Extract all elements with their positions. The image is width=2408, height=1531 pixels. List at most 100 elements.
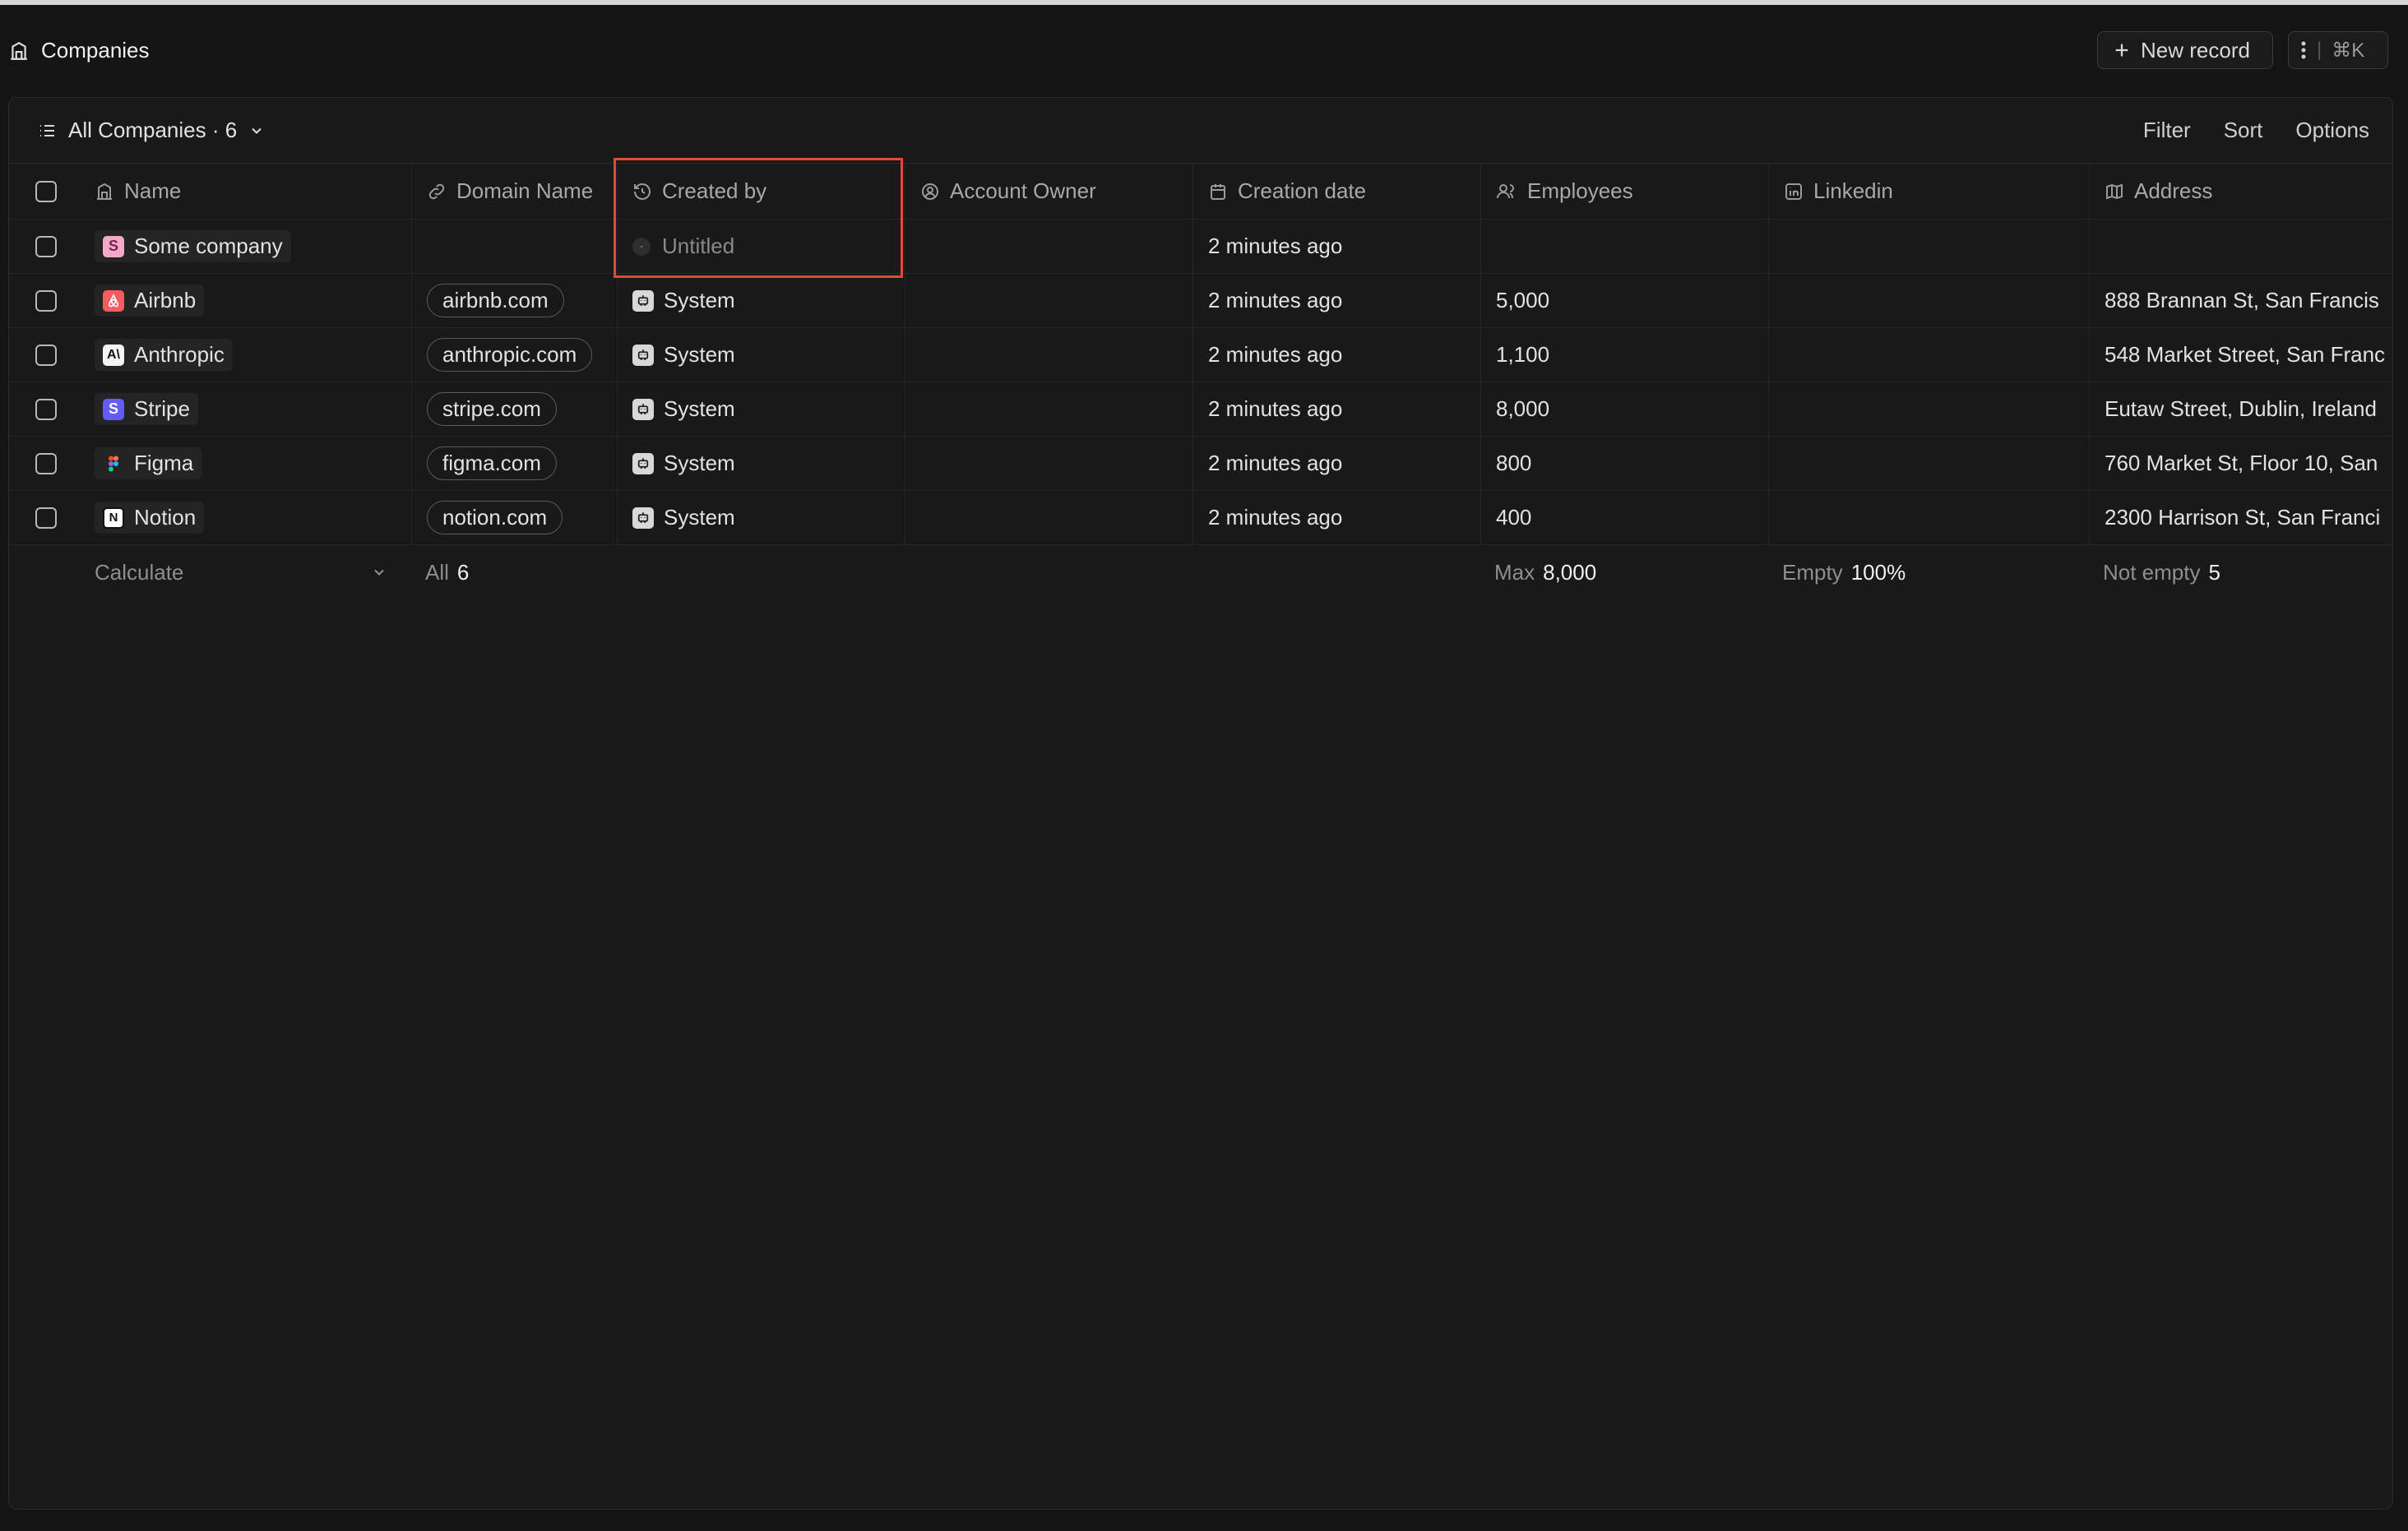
domain-cell[interactable]: anthropic.com — [412, 328, 618, 382]
domain-cell[interactable]: figma.com — [412, 437, 618, 490]
options-button[interactable]: Options — [2295, 118, 2369, 143]
table-row[interactable]: S Some company - Untitled 2 minutes ago — [9, 220, 2392, 274]
name-cell[interactable]: S Some company — [83, 220, 412, 273]
employees-cell[interactable]: 800 — [1481, 437, 1769, 490]
column-header-domain-name[interactable]: Domain Name — [412, 164, 618, 219]
created-by-cell[interactable]: System — [618, 274, 905, 327]
chevron-down-icon — [248, 123, 265, 139]
table-row[interactable]: Figma figma.com System 2 minutes ago 800… — [9, 437, 2392, 491]
creation-date-cell[interactable]: 2 minutes ago — [1193, 274, 1481, 327]
name-cell[interactable]: Airbnb — [83, 274, 412, 327]
linkedin-cell[interactable] — [1769, 491, 2090, 544]
created-by-cell[interactable]: - Untitled — [618, 220, 905, 273]
row-checkbox[interactable] — [35, 506, 57, 529]
account-owner-cell[interactable] — [905, 274, 1193, 327]
robot-icon — [632, 344, 654, 366]
view-selector[interactable]: All Companies · 6 — [37, 118, 265, 143]
account-owner-cell[interactable] — [905, 491, 1193, 544]
name-cell[interactable]: N Notion — [83, 491, 412, 544]
sort-button[interactable]: Sort — [2224, 118, 2263, 143]
domain-link[interactable]: airbnb.com — [427, 284, 564, 317]
domain-link[interactable]: notion.com — [427, 501, 563, 534]
created-by-cell[interactable]: System — [618, 382, 905, 436]
name-cell[interactable]: S Stripe — [83, 382, 412, 436]
history-icon — [632, 182, 652, 201]
linkedin-cell[interactable] — [1769, 328, 2090, 382]
domain-link[interactable]: stripe.com — [427, 392, 557, 426]
account-owner-cell[interactable] — [905, 382, 1193, 436]
account-owner-cell[interactable] — [905, 437, 1193, 490]
address-value: 2300 Harrison St, San Franci — [2105, 505, 2381, 530]
linkedin-aggregate[interactable]: Empty 100% — [1782, 545, 1906, 599]
new-record-button[interactable]: New record — [2097, 31, 2273, 69]
employees-cell[interactable]: 5,000 — [1481, 274, 1769, 327]
column-header-creation-date[interactable]: Creation date — [1193, 164, 1481, 219]
address-cell[interactable]: 2300 Harrison St, San Franci — [2090, 491, 2392, 544]
creation-date-value: 2 minutes ago — [1208, 396, 1343, 421]
employees-cell[interactable]: 8,000 — [1481, 382, 1769, 436]
created-by-cell[interactable]: System — [618, 491, 905, 544]
address-cell[interactable] — [2090, 220, 2392, 273]
row-checkbox[interactable] — [35, 289, 57, 312]
row-checkbox[interactable] — [35, 398, 57, 420]
address-cell[interactable]: 888 Brannan St, San Francis — [2090, 274, 2392, 327]
column-header-employees[interactable]: Employees — [1481, 164, 1769, 219]
table-row[interactable]: Airbnb airbnb.com System 2 minutes ago 5… — [9, 274, 2392, 328]
robot-icon — [632, 289, 654, 312]
domain-link[interactable]: figma.com — [427, 446, 557, 480]
employees-cell[interactable] — [1481, 220, 1769, 273]
filter-button[interactable]: Filter — [2143, 118, 2191, 143]
name-cell[interactable]: Figma — [83, 437, 412, 490]
column-header-linkedin[interactable]: Linkedin — [1769, 164, 2090, 219]
domain-cell[interactable]: stripe.com — [412, 382, 618, 436]
address-value: 888 Brannan St, San Francis — [2105, 288, 2379, 312]
company-chip[interactable]: N Notion — [95, 502, 205, 534]
linkedin-cell[interactable] — [1769, 382, 2090, 436]
creation-date-cell[interactable]: 2 minutes ago — [1193, 382, 1481, 436]
row-checkbox[interactable] — [35, 452, 57, 474]
select-all-checkbox[interactable] — [35, 180, 57, 202]
employees-cell[interactable]: 400 — [1481, 491, 1769, 544]
address-cell[interactable]: 760 Market St, Floor 10, San — [2090, 437, 2392, 490]
linkedin-cell[interactable] — [1769, 437, 2090, 490]
domain-aggregate[interactable]: All 6 — [425, 545, 469, 599]
column-header-address[interactable]: Address — [2090, 164, 2392, 219]
table-row[interactable]: N Notion notion.com System 2 minutes ago… — [9, 491, 2392, 545]
calculate-dropdown[interactable]: Calculate — [95, 545, 407, 599]
domain-cell[interactable] — [412, 220, 618, 273]
address-aggregate[interactable]: Not empty 5 — [2103, 545, 2220, 599]
employees-cell[interactable]: 1,100 — [1481, 328, 1769, 382]
company-chip[interactable]: Airbnb — [95, 284, 205, 317]
row-checkbox[interactable] — [35, 235, 57, 257]
column-header-created-by[interactable]: Created by — [618, 164, 905, 219]
company-chip[interactable]: S Stripe — [95, 393, 198, 425]
address-cell[interactable]: Eutaw Street, Dublin, Ireland — [2090, 382, 2392, 436]
table-row[interactable]: A\ Anthropic anthropic.com System 2 minu… — [9, 328, 2392, 382]
column-header-account-owner[interactable]: Account Owner — [905, 164, 1193, 219]
company-chip[interactable]: Figma — [95, 447, 202, 479]
domain-cell[interactable]: notion.com — [412, 491, 618, 544]
domain-link[interactable]: anthropic.com — [427, 338, 593, 372]
created-by-cell[interactable]: System — [618, 328, 905, 382]
domain-cell[interactable]: airbnb.com — [412, 274, 618, 327]
linkedin-cell[interactable] — [1769, 274, 2090, 327]
account-owner-cell[interactable] — [905, 220, 1193, 273]
company-chip[interactable]: A\ Anthropic — [95, 339, 233, 371]
company-chip[interactable]: S Some company — [95, 230, 291, 262]
creation-date-cell[interactable]: 2 minutes ago — [1193, 328, 1481, 382]
user-circle-icon — [920, 182, 940, 201]
creation-date-cell[interactable]: 2 minutes ago — [1193, 437, 1481, 490]
address-cell[interactable]: 548 Market Street, San Franc — [2090, 328, 2392, 382]
table-row[interactable]: S Stripe stripe.com System 2 minutes ago… — [9, 382, 2392, 437]
chevron-down-icon — [371, 564, 387, 580]
linkedin-cell[interactable] — [1769, 220, 2090, 273]
employees-aggregate[interactable]: Max 8,000 — [1494, 545, 1596, 599]
creation-date-cell[interactable]: 2 minutes ago — [1193, 220, 1481, 273]
name-cell[interactable]: A\ Anthropic — [83, 328, 412, 382]
row-checkbox[interactable] — [35, 344, 57, 366]
column-header-name[interactable]: Name — [83, 164, 412, 219]
creation-date-cell[interactable]: 2 minutes ago — [1193, 491, 1481, 544]
account-owner-cell[interactable] — [905, 328, 1193, 382]
more-options-button[interactable]: | ⌘K — [2288, 31, 2388, 69]
created-by-cell[interactable]: System — [618, 437, 905, 490]
